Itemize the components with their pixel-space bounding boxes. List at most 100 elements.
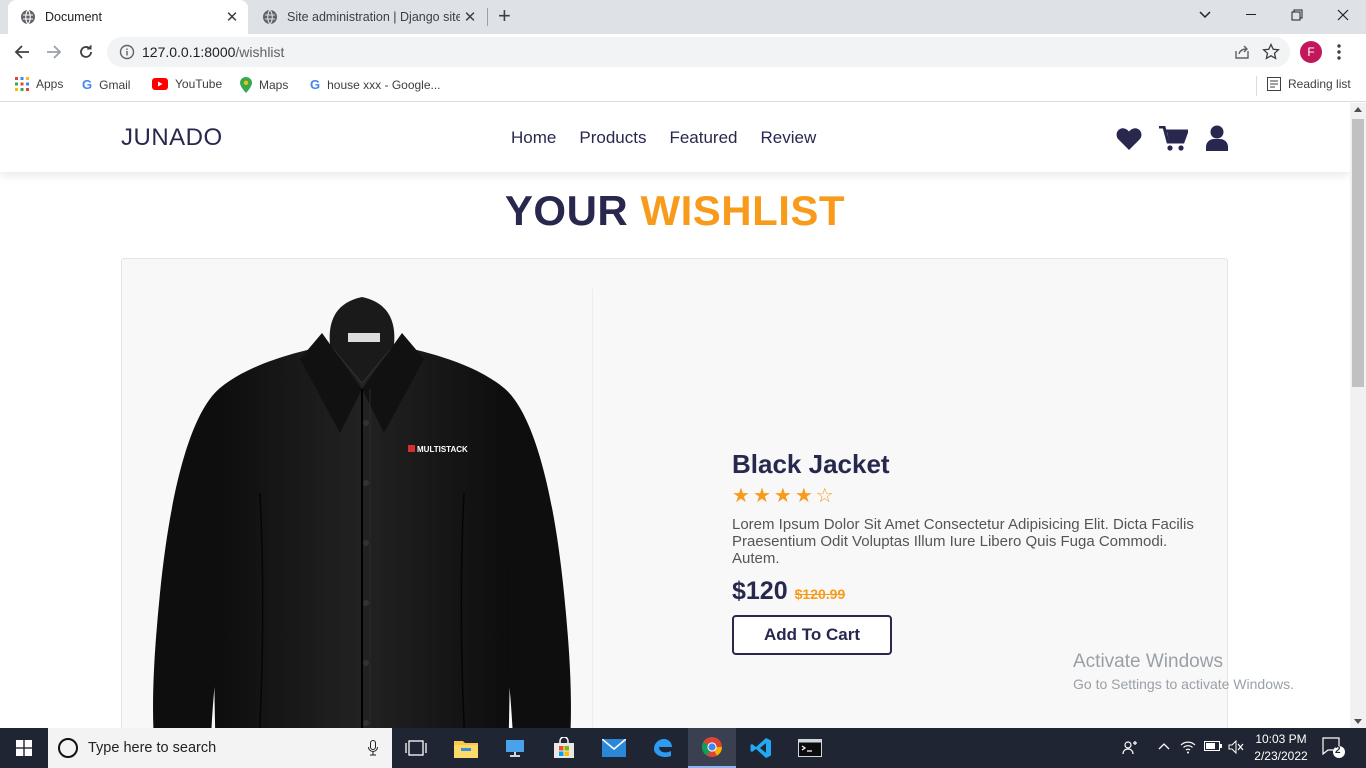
- scroll-thumb[interactable]: [1352, 119, 1364, 387]
- notification-icon: [1322, 737, 1345, 758]
- tab-search-button[interactable]: [1182, 0, 1228, 30]
- bookmark-gmail[interactable]: G Gmail: [82, 77, 130, 92]
- clock-date: 2/23/2022: [1254, 749, 1308, 763]
- cortana-icon: [58, 738, 78, 758]
- task-view-button[interactable]: [392, 728, 440, 768]
- nav-home[interactable]: Home: [511, 128, 556, 148]
- site-logo[interactable]: JUNADO: [121, 124, 223, 152]
- bookmarks-bar: Apps G Gmail YouTube Maps G house xxx - …: [0, 70, 1366, 102]
- watermark-line-2: Go to Settings to activate Windows.: [1073, 676, 1294, 692]
- forward-button[interactable]: [42, 40, 66, 64]
- user-icon[interactable]: [1205, 125, 1229, 151]
- site-header: JUNADO Home Products Featured Review: [0, 103, 1350, 172]
- browser-toolbar: 127.0.0.1:8000/wishlist F: [0, 34, 1366, 70]
- vscode-app[interactable]: [737, 728, 785, 768]
- desktop-app[interactable]: [491, 728, 539, 768]
- bookmark-apps[interactable]: Apps: [15, 77, 63, 91]
- share-icon[interactable]: [1234, 44, 1250, 60]
- url-path: /wishlist: [235, 44, 285, 60]
- wifi-icon[interactable]: [1180, 740, 1196, 754]
- bookmark-youtube[interactable]: YouTube: [152, 77, 222, 91]
- maps-pin-icon: [240, 77, 252, 93]
- tab-separator: [487, 8, 488, 26]
- reading-list-icon: [1267, 77, 1281, 91]
- main-nav: Home Products Featured Review: [511, 128, 816, 148]
- restore-button[interactable]: [1274, 0, 1320, 30]
- microphone-icon[interactable]: [368, 740, 378, 756]
- bookmark-star-icon[interactable]: [1262, 43, 1280, 61]
- scroll-up-arrow-icon[interactable]: [1354, 107, 1362, 112]
- info-icon[interactable]: [119, 44, 135, 60]
- add-to-cart-button[interactable]: Add To Cart: [732, 615, 892, 655]
- file-explorer-app[interactable]: [442, 728, 490, 768]
- chrome-app[interactable]: [688, 728, 736, 768]
- tab-django-admin[interactable]: Site administration | Django site admin …: [250, 0, 486, 34]
- close-tab-icon[interactable]: ✕: [460, 8, 480, 26]
- people-icon[interactable]: [1122, 740, 1138, 756]
- address-bar[interactable]: 127.0.0.1:8000/wishlist: [107, 37, 1290, 67]
- card-divider: [592, 289, 593, 728]
- close-tab-icon[interactable]: ✕: [222, 8, 242, 26]
- star-filled-icon: ★: [732, 485, 750, 507]
- start-button[interactable]: [0, 728, 48, 768]
- activate-windows-watermark: Activate Windows Go to Settings to activ…: [1073, 651, 1294, 692]
- bookmark-label: YouTube: [175, 77, 223, 91]
- cart-icon[interactable]: [1159, 126, 1188, 152]
- mail-icon: [602, 739, 626, 757]
- heart-icon[interactable]: [1116, 127, 1142, 151]
- bookmark-house[interactable]: G house xxx - Google...: [310, 77, 441, 92]
- bookmark-label: house xxx - Google...: [327, 77, 441, 92]
- edge-app[interactable]: [638, 728, 686, 768]
- store-bag-icon: [554, 737, 574, 758]
- chevron-down-icon: [1199, 11, 1211, 19]
- windows-taskbar: Type here to search 10:03 PM 2/23/2022 2: [0, 728, 1366, 768]
- page-viewport: JUNADO Home Products Featured Review YOU…: [0, 103, 1350, 728]
- battery-icon[interactable]: [1204, 740, 1222, 752]
- microsoft-store-app[interactable]: [540, 728, 588, 768]
- product-name: Black Jacket: [732, 449, 890, 479]
- bookmark-maps[interactable]: Maps: [240, 77, 288, 93]
- reload-button[interactable]: [74, 40, 98, 64]
- globe-icon: [21, 9, 35, 25]
- task-view-icon: [405, 740, 427, 756]
- notification-center-button[interactable]: 2: [1322, 737, 1346, 764]
- old-price: $120.99: [794, 586, 846, 602]
- back-button[interactable]: [10, 40, 34, 64]
- speaker-muted-icon[interactable]: [1228, 740, 1244, 754]
- new-tab-button[interactable]: +: [498, 5, 511, 27]
- scroll-down-arrow-icon[interactable]: [1354, 719, 1362, 724]
- page-title: YOUR WISHLIST: [0, 187, 1350, 235]
- mail-app[interactable]: [590, 728, 638, 768]
- edge-browser-icon: [654, 739, 672, 758]
- taskbar-clock[interactable]: 10:03 PM 2/23/2022: [1250, 731, 1312, 765]
- watermark-line-1: Activate Windows: [1073, 651, 1223, 672]
- brand-logo-text: MULTISTACK: [417, 445, 468, 454]
- tab-title: Document: [45, 10, 102, 24]
- nav-products[interactable]: Products: [579, 128, 646, 148]
- product-image[interactable]: MULTISTACK: [150, 293, 574, 728]
- reading-list-button[interactable]: Reading list: [1267, 77, 1351, 91]
- tab-document[interactable]: Document ✕: [8, 0, 248, 34]
- close-window-button[interactable]: [1320, 0, 1366, 30]
- url-text[interactable]: 127.0.0.1:8000/wishlist: [142, 44, 284, 60]
- chevron-up-icon[interactable]: [1158, 742, 1170, 750]
- tab-title: Site administration | Django site admin: [287, 10, 460, 24]
- arrow-left-icon: [14, 45, 29, 59]
- star-filled-icon: ★: [794, 485, 813, 507]
- chrome-icon: [701, 737, 722, 757]
- nav-review[interactable]: Review: [761, 128, 817, 148]
- taskbar-search[interactable]: Type here to search: [48, 728, 392, 768]
- terminal-app[interactable]: [786, 728, 834, 768]
- page-scrollbar[interactable]: [1350, 103, 1366, 728]
- profile-avatar[interactable]: F: [1300, 41, 1322, 63]
- globe-icon: [263, 9, 277, 25]
- google-icon: G: [310, 77, 321, 92]
- menu-kebab-icon[interactable]: [1336, 43, 1342, 61]
- google-icon: G: [82, 77, 93, 92]
- url-host: 127.0.0.1:8000: [142, 44, 236, 60]
- nav-featured[interactable]: Featured: [669, 128, 737, 148]
- star-filled-icon: ★: [752, 485, 771, 507]
- terminal-icon: [798, 739, 822, 757]
- minimize-button[interactable]: [1228, 0, 1274, 30]
- apps-grid-icon: [15, 77, 29, 91]
